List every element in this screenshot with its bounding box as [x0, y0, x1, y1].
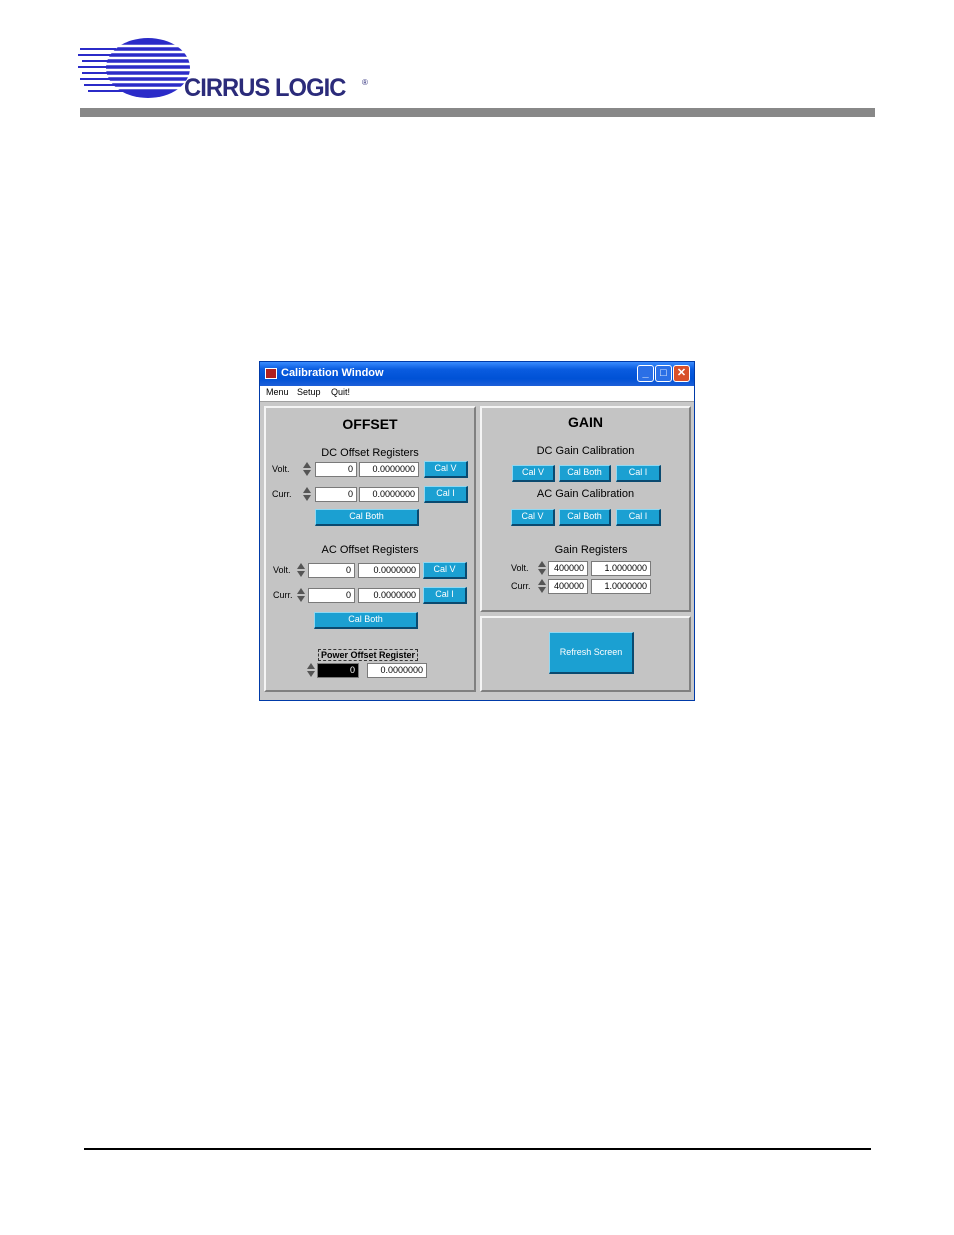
calibration-window: Calibration Window _ □ ✕ Menu Setup Quit…	[259, 361, 695, 701]
logo-text: CIRRUS LOGIC	[184, 74, 346, 102]
gain-curr-label: Curr.	[511, 581, 531, 591]
power-offset-label: Power Offset Register	[318, 649, 419, 661]
power-value: 0.0000000	[367, 663, 427, 678]
dc-curr-register[interactable]: 0	[315, 487, 357, 502]
dc-curr-spinner[interactable]	[302, 487, 312, 502]
dc-cal-i-button[interactable]: Cal I	[424, 486, 468, 503]
dc-offset-title: DC Offset Registers	[321, 447, 419, 459]
gain-registers-title: Gain Registers	[554, 544, 628, 556]
maximize-button[interactable]: □	[655, 365, 672, 382]
app-icon	[265, 368, 277, 379]
dc-cal-v-button[interactable]: Cal V	[424, 461, 468, 478]
dc-gain-cal-both-button[interactable]: Cal Both	[559, 465, 611, 482]
ac-volt-register[interactable]: 0	[308, 563, 355, 578]
dc-gain-title: DC Gain Calibration	[536, 445, 635, 457]
ac-curr-register[interactable]: 0	[308, 588, 355, 603]
menu-bar: Menu Setup Quit!	[260, 386, 694, 402]
power-register[interactable]: 0	[317, 663, 359, 678]
dc-gain-cal-v-button[interactable]: Cal V	[512, 465, 555, 482]
ac-curr-label: Curr.	[273, 590, 293, 600]
ac-curr-value: 0.0000000	[358, 588, 420, 603]
dc-gain-cal-i-button[interactable]: Cal I	[616, 465, 661, 482]
minimize-button[interactable]: _	[637, 365, 654, 382]
menu-item-menu[interactable]: Menu	[266, 387, 289, 397]
gain-volt-register[interactable]: 400000	[548, 561, 588, 576]
offset-panel: OFFSET DC Offset Registers Volt. 0 0.000…	[264, 406, 476, 692]
refresh-panel: Refresh Screen	[480, 616, 691, 692]
ac-volt-spinner[interactable]	[296, 563, 306, 578]
close-button[interactable]: ✕	[673, 365, 690, 382]
dc-volt-spinner[interactable]	[302, 462, 312, 477]
power-offset-title: Power Offset Register	[318, 645, 419, 663]
offset-title: OFFSET	[342, 416, 398, 432]
ac-gain-cal-both-button[interactable]: Cal Both	[559, 509, 611, 526]
ac-volt-value: 0.0000000	[358, 563, 420, 578]
gain-title: GAIN	[568, 414, 603, 430]
menu-item-setup[interactable]: Setup	[297, 387, 321, 397]
refresh-screen-button[interactable]: Refresh Screen	[549, 632, 634, 674]
ac-curr-spinner[interactable]	[296, 588, 306, 603]
gain-curr-value: 1.0000000	[591, 579, 651, 594]
ac-cal-v-button[interactable]: Cal V	[423, 562, 467, 579]
gain-curr-spinner[interactable]	[537, 579, 547, 594]
gain-volt-value: 1.0000000	[591, 561, 651, 576]
ac-gain-cal-v-button[interactable]: Cal V	[511, 509, 555, 526]
gain-volt-spinner[interactable]	[537, 561, 547, 576]
window-title: Calibration Window	[281, 367, 384, 379]
ac-gain-cal-i-button[interactable]: Cal I	[616, 509, 661, 526]
ac-volt-label: Volt.	[273, 565, 291, 575]
header-rule	[80, 108, 875, 117]
footer-rule	[84, 1148, 871, 1150]
registered-mark: ®	[362, 78, 368, 87]
gain-curr-register[interactable]: 400000	[548, 579, 588, 594]
dc-cal-both-button[interactable]: Cal Both	[315, 509, 419, 526]
ac-cal-i-button[interactable]: Cal I	[423, 587, 467, 604]
dc-curr-label: Curr.	[272, 489, 292, 499]
gain-panel: GAIN DC Gain Calibration Cal V Cal Both …	[480, 406, 691, 612]
menu-item-quit[interactable]: Quit!	[331, 387, 350, 397]
dc-volt-label: Volt.	[272, 464, 290, 474]
ac-gain-title: AC Gain Calibration	[536, 488, 635, 500]
ac-cal-both-button[interactable]: Cal Both	[314, 612, 418, 629]
dc-volt-register[interactable]: 0	[315, 462, 357, 477]
gain-volt-label: Volt.	[511, 563, 529, 573]
dc-curr-value: 0.0000000	[359, 487, 419, 502]
dc-volt-value: 0.0000000	[359, 462, 419, 477]
power-spinner[interactable]	[306, 663, 316, 678]
ac-offset-title: AC Offset Registers	[321, 544, 419, 556]
title-bar[interactable]: Calibration Window _ □ ✕	[260, 362, 694, 386]
